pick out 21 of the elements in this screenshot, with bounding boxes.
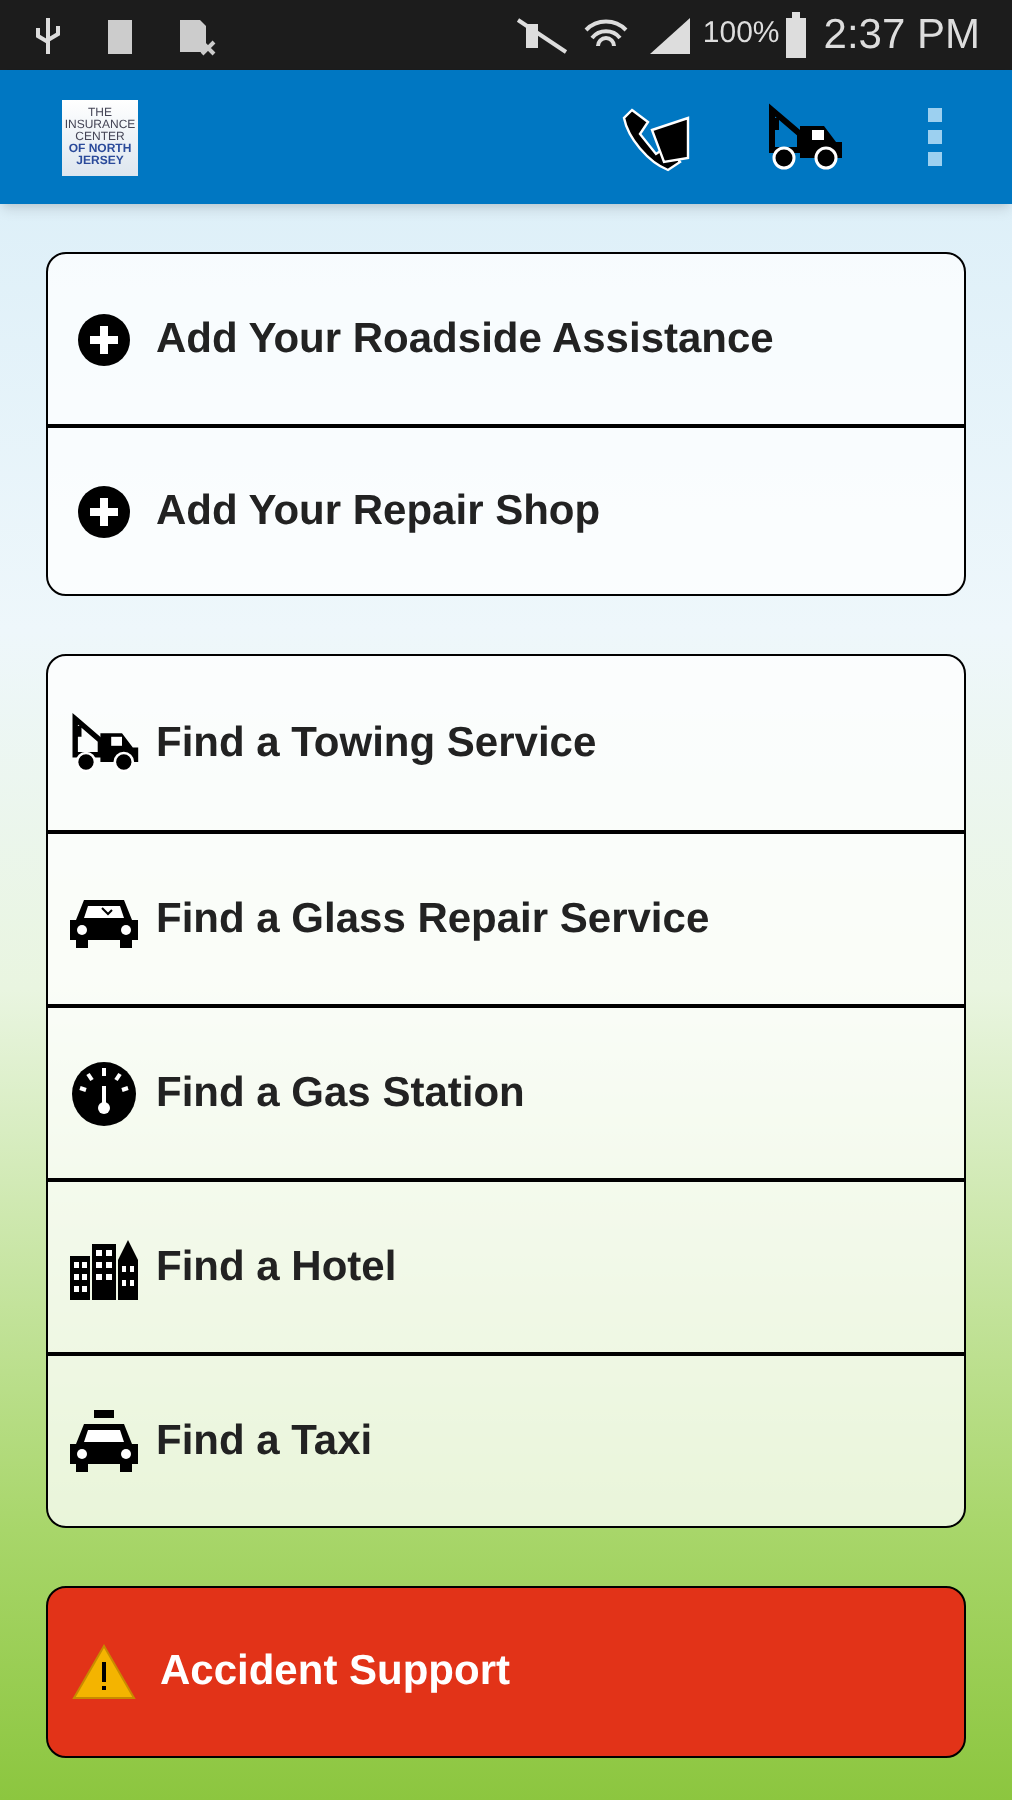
battery-small-icon [104,15,136,55]
menu-item[interactable]: Add Your Roadside Assistance [48,254,964,424]
menu-item[interactable]: Add Your Repair Shop [48,424,964,594]
signal-icon [646,15,695,55]
warning-icon [72,1644,136,1700]
battery-percent: 100% [702,14,780,55]
menu-item[interactable]: Find a Hotel [48,1178,964,1352]
sim-card-icon [176,15,216,55]
accident-support-button[interactable]: Accident Support [46,1586,966,1758]
taxi-icon [68,1405,140,1477]
plus-circle-icon [76,483,132,539]
clock: 2:37 PM [823,9,980,62]
plus-circle-icon [76,311,132,367]
overflow-menu-icon[interactable] [928,108,944,166]
battery-icon [783,11,808,59]
menu-item[interactable]: Find a Gas Station [48,1004,964,1178]
menu-item[interactable]: Find a Towing Service [48,656,964,830]
gauge-icon [68,1057,140,1129]
menu-item[interactable]: Find a Taxi [48,1352,964,1526]
menu-item[interactable]: Find a Glass Repair Service [48,830,964,1004]
usb-icon [32,15,64,55]
